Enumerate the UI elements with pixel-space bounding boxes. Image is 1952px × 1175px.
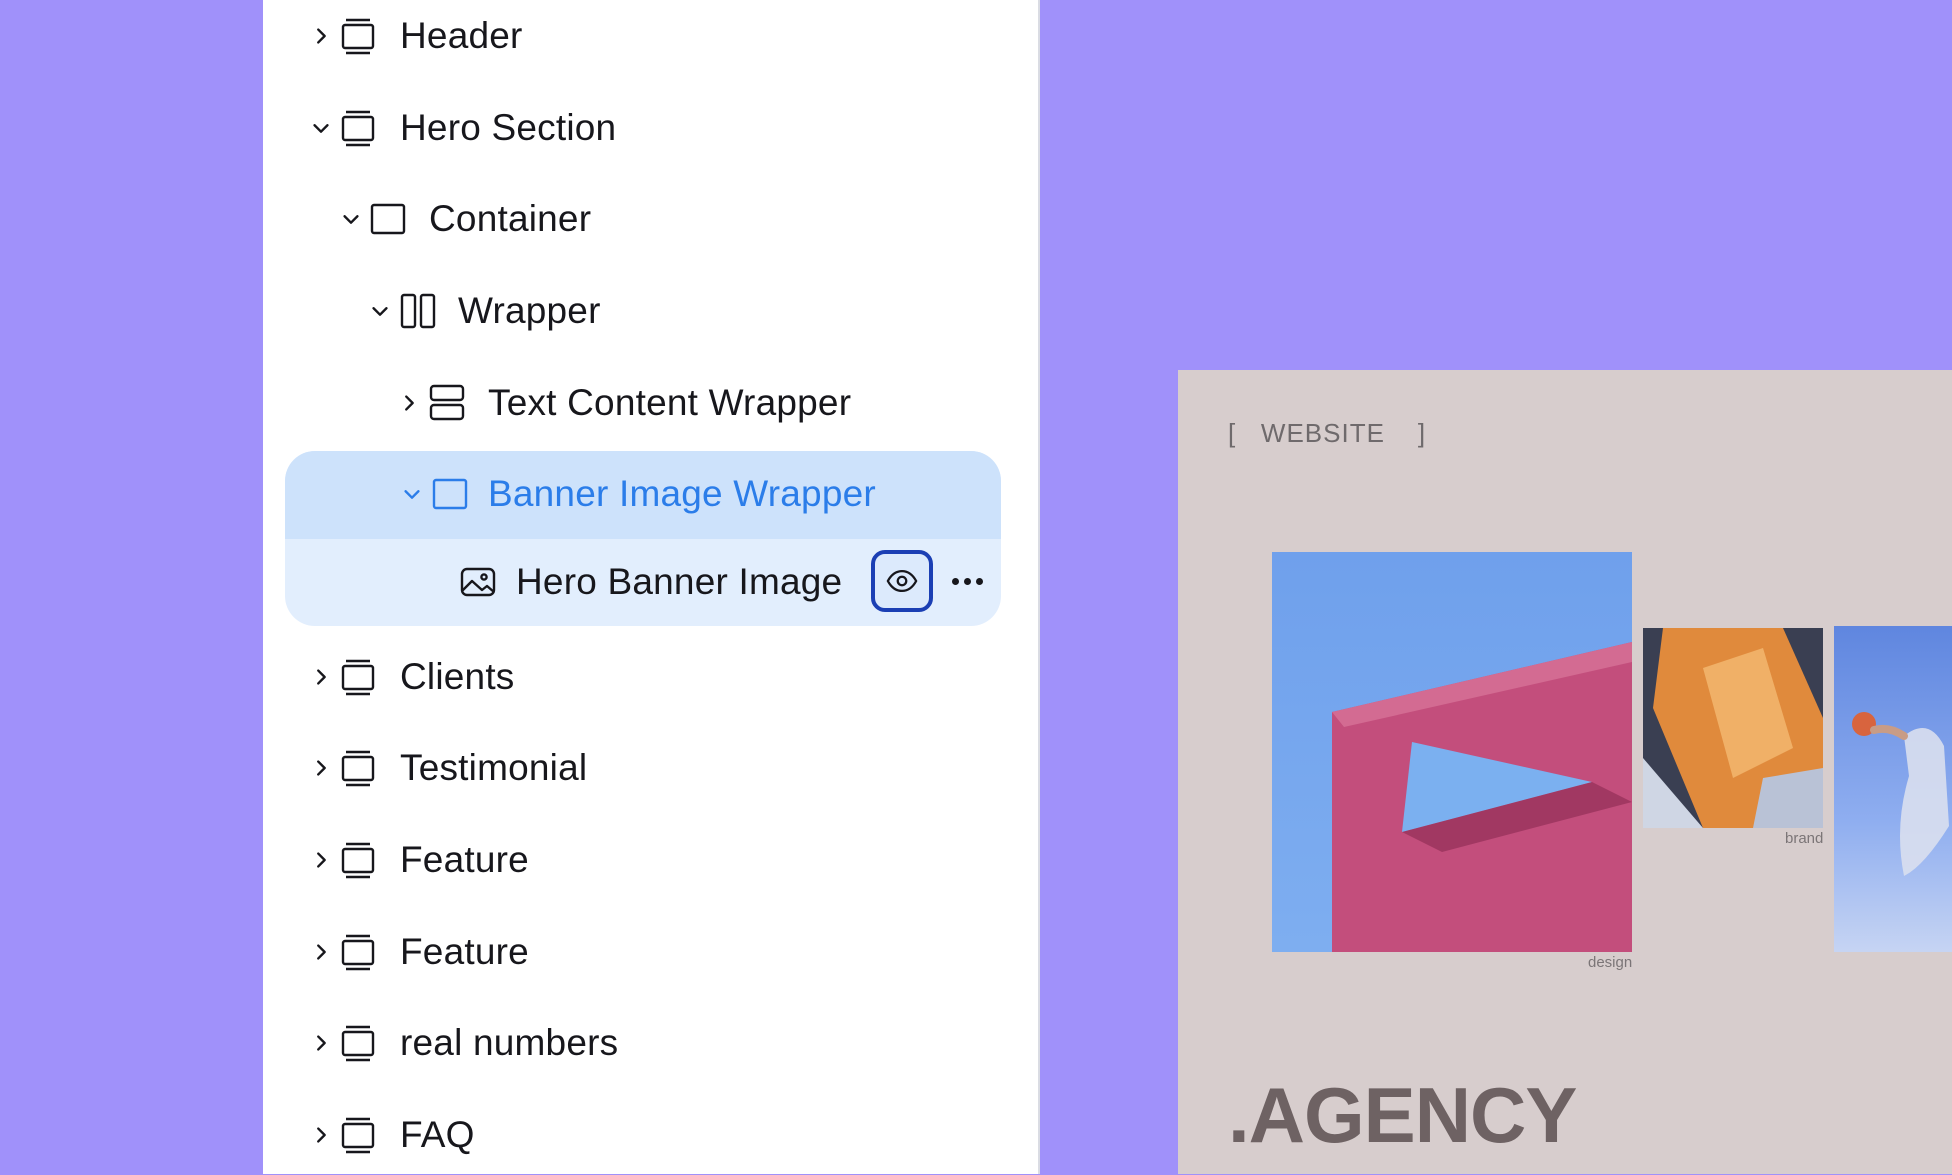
visibility-toggle-button[interactable] <box>871 550 933 612</box>
chevron-down-icon[interactable] <box>307 114 335 142</box>
layer-label: FAQ <box>400 1114 475 1155</box>
layer-row-hero-banner-image[interactable]: Hero Banner Image <box>263 542 843 622</box>
section-icon <box>338 108 378 148</box>
basketball-image <box>1834 626 1952 952</box>
layer-label: Feature <box>400 839 529 880</box>
section-icon <box>338 748 378 788</box>
layer-row-container[interactable]: Container <box>263 179 1038 259</box>
section-icon <box>338 657 378 697</box>
chevron-right-icon[interactable] <box>307 754 335 782</box>
more-dot <box>963 577 971 585</box>
layer-label: Container <box>429 198 592 239</box>
container-icon <box>368 199 408 239</box>
chevron-right-icon[interactable] <box>307 663 335 691</box>
rows-icon <box>427 383 467 423</box>
chevron-down-icon[interactable] <box>337 205 365 233</box>
layer-label: Testimonial <box>400 747 588 788</box>
chevron-down-icon[interactable] <box>398 480 426 508</box>
brand-package-graphic <box>1643 628 1823 828</box>
brand-image <box>1643 628 1823 828</box>
tag-bracket-close: ] <box>1417 418 1427 448</box>
website-tag: [ WEBSITE ] <box>1228 418 1426 449</box>
layer-row-text-content-wrapper[interactable]: Text Content Wrapper <box>263 363 1038 443</box>
layer-label: Header <box>400 15 523 56</box>
layer-label: Hero Banner Image <box>516 561 843 602</box>
brand-caption: brand <box>1785 830 1824 847</box>
layer-row-banner-image-wrapper[interactable]: Banner Image Wrapper <box>263 454 1038 534</box>
more-options-button[interactable] <box>943 563 991 599</box>
section-icon <box>338 1023 378 1063</box>
chevron-right-icon[interactable] <box>307 1029 335 1057</box>
layer-row-feature[interactable]: Feature <box>263 820 1038 900</box>
layer-row-testimonial[interactable]: Testimonial <box>263 728 1038 808</box>
tag-bracket-open: [ <box>1228 418 1237 448</box>
columns-icon <box>398 291 438 331</box>
layer-label: Feature <box>400 931 529 972</box>
layer-row-real-numbers[interactable]: real numbers <box>263 1003 1038 1083</box>
tag-text: WEBSITE <box>1260 418 1385 448</box>
chevron-right-icon[interactable] <box>395 389 423 417</box>
layer-row-hero-section[interactable]: Hero Section <box>263 88 1038 168</box>
layer-label: Wrapper <box>458 290 601 331</box>
layers-panel: Header Hero Section Container Wrapper Te… <box>263 0 1040 1174</box>
design-image <box>1272 552 1632 952</box>
layer-label: Banner Image Wrapper <box>488 473 876 514</box>
more-dot <box>975 577 983 585</box>
basketball-player-graphic <box>1852 712 1949 876</box>
eye-icon <box>886 569 918 593</box>
layer-row-feature[interactable]: Feature <box>263 912 1038 992</box>
layer-label: Hero Section <box>400 107 617 148</box>
section-icon <box>338 840 378 880</box>
layer-row-wrapper[interactable]: Wrapper <box>263 271 1038 351</box>
layer-label: Clients <box>400 656 515 697</box>
layer-label: Text Content Wrapper <box>488 382 852 423</box>
more-dot <box>951 577 959 585</box>
section-icon <box>338 16 378 56</box>
website-preview[interactable]: [ WEBSITE ] design brand .AGENCY <box>1178 370 1952 1174</box>
chevron-right-icon[interactable] <box>307 1121 335 1149</box>
layer-row-clients[interactable]: Clients <box>263 637 1038 717</box>
layer-label: real numbers <box>400 1022 619 1063</box>
section-icon <box>338 932 378 972</box>
chevron-right-icon[interactable] <box>307 846 335 874</box>
section-icon <box>338 1115 378 1155</box>
agency-headline: .AGENCY <box>1228 1071 1577 1159</box>
pink-architecture-graphic <box>1332 642 1632 952</box>
design-caption: design <box>1588 954 1633 971</box>
image-icon <box>458 562 498 602</box>
layer-row-header[interactable]: Header <box>263 0 1038 76</box>
chevron-down-icon[interactable] <box>366 297 394 325</box>
container-icon <box>430 474 470 514</box>
chevron-right-icon[interactable] <box>307 938 335 966</box>
chevron-right-icon[interactable] <box>307 22 335 50</box>
layer-row-faq[interactable]: FAQ <box>263 1095 1038 1175</box>
